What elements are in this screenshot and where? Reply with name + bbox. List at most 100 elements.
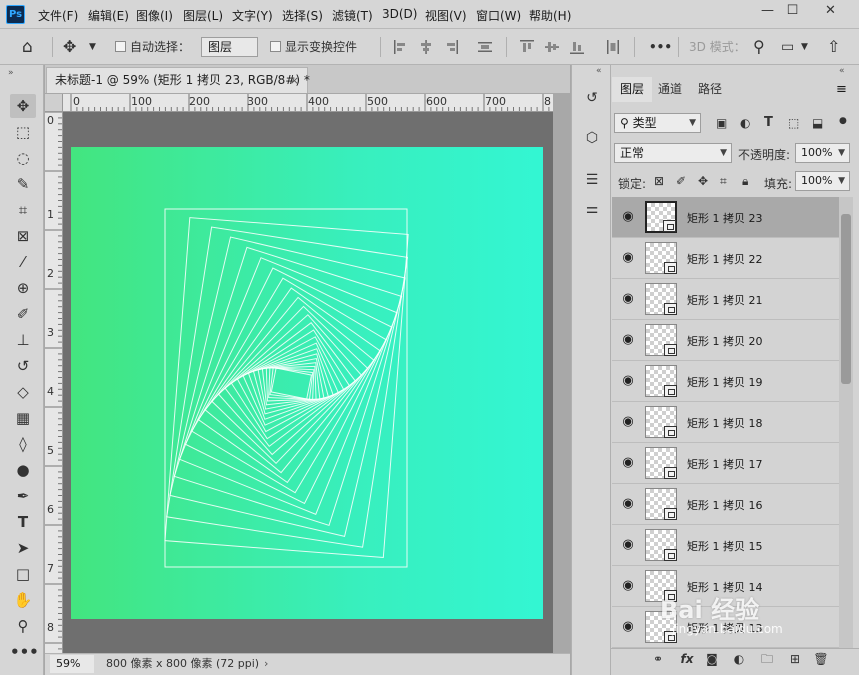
menu-layer[interactable]: 图层(L): [183, 7, 223, 24]
opacity-field[interactable]: 100% ▼: [795, 143, 850, 163]
3d-panel-icon[interactable]: ⬡: [582, 128, 602, 148]
pen-tool-icon[interactable]: ✒: [10, 484, 36, 508]
tab-paths[interactable]: 路径: [690, 77, 730, 102]
layer-row[interactable]: ◉ 矩形 1 拷贝 19: [612, 361, 839, 402]
layer-name[interactable]: 矩形 1 拷贝 19: [687, 374, 763, 390]
history-brush-tool-icon[interactable]: ↺: [10, 354, 36, 378]
panel-menu-icon[interactable]: ≡: [836, 82, 847, 97]
layer-name[interactable]: 矩形 1 拷贝 20: [687, 333, 763, 349]
layer-name[interactable]: 矩形 1 拷贝 17: [687, 456, 763, 472]
home-icon[interactable]: ⌂: [22, 29, 33, 65]
blend-mode-dropdown[interactable]: 正常 ▼: [614, 143, 732, 163]
more-options-icon[interactable]: •••: [649, 29, 672, 65]
chevron-down-icon[interactable]: ▼: [801, 29, 808, 65]
dodge-tool-icon[interactable]: ●: [10, 458, 36, 482]
move-tool-preset-icon[interactable]: ✥: [63, 29, 76, 65]
adjustments-panel-icon[interactable]: ⚌: [582, 199, 602, 219]
collapse-icon[interactable]: «: [596, 66, 602, 76]
gradient-tool-icon[interactable]: ▦: [10, 406, 36, 430]
tab-layers[interactable]: 图层: [612, 77, 653, 102]
layer-name[interactable]: 矩形 1 拷贝 23: [687, 210, 763, 226]
add-mask-icon[interactable]: ◙: [704, 651, 720, 667]
layer-row[interactable]: ◉ 矩形 1 拷贝 20: [612, 320, 839, 361]
rectangle-tool-icon[interactable]: □: [10, 562, 36, 586]
link-layers-icon[interactable]: ⚭: [650, 651, 666, 667]
filter-shape-icon[interactable]: ⬚: [788, 116, 799, 130]
eye-icon[interactable]: ◉: [620, 210, 636, 224]
vertical-ruler[interactable]: 0 1 2 3 4 5 6 7 8: [45, 112, 63, 653]
collapse-icon[interactable]: »: [8, 68, 14, 78]
fill-field[interactable]: 100% ▼: [795, 171, 850, 191]
maximize-button[interactable]: ☐: [776, 0, 809, 22]
hand-tool-icon[interactable]: ✋: [10, 588, 36, 612]
lasso-tool-icon[interactable]: ◌: [10, 146, 36, 170]
layer-name[interactable]: 矩形 1 拷贝 15: [687, 538, 763, 554]
type-tool-icon[interactable]: T: [10, 510, 36, 534]
delete-layer-icon[interactable]: 🗑︎: [813, 651, 829, 667]
history-panel-icon[interactable]: ↺: [582, 88, 602, 108]
eye-icon[interactable]: ◉: [620, 415, 636, 429]
document-canvas[interactable]: [71, 147, 543, 619]
properties-panel-icon[interactable]: ☰: [582, 170, 602, 190]
align-middle-v-icon[interactable]: [545, 40, 559, 54]
quick-select-tool-icon[interactable]: ✎: [10, 172, 36, 196]
layer-name[interactable]: 矩形 1 拷贝 16: [687, 497, 763, 513]
zoom-field[interactable]: 59%: [50, 655, 94, 673]
eye-icon[interactable]: ◉: [620, 497, 636, 511]
layer-row[interactable]: ◉ 矩形 1 拷贝 17: [612, 443, 839, 484]
menu-file[interactable]: 文件(F): [38, 7, 78, 24]
tab-channels[interactable]: 通道: [650, 77, 690, 102]
menu-window[interactable]: 窗口(W): [476, 7, 521, 24]
filter-smart-object-icon[interactable]: ⬓: [812, 116, 823, 130]
scrollbar-thumb[interactable]: [841, 214, 851, 384]
distribute-h-icon[interactable]: [606, 40, 620, 54]
blur-tool-icon[interactable]: ◊: [10, 432, 36, 456]
layer-row[interactable]: ◉ 矩形 1 拷贝 22: [612, 238, 839, 279]
menu-image[interactable]: 图像(I): [136, 7, 173, 24]
workspace-icon[interactable]: ▭: [781, 29, 794, 65]
clone-stamp-tool-icon[interactable]: ⊥: [10, 328, 36, 352]
new-layer-icon[interactable]: ⊞: [787, 651, 803, 667]
layer-name[interactable]: 矩形 1 拷贝 18: [687, 415, 763, 431]
align-left-icon[interactable]: [394, 40, 408, 54]
lock-transparent-icon[interactable]: ⊠: [654, 174, 664, 188]
zoom-tool-icon[interactable]: ⚲: [10, 614, 36, 638]
search-icon[interactable]: ⚲: [753, 29, 765, 65]
eye-icon[interactable]: ◉: [620, 292, 636, 306]
align-bottom-icon[interactable]: [570, 40, 584, 54]
distribute-icon[interactable]: [478, 40, 492, 54]
align-right-icon[interactable]: [444, 40, 458, 54]
auto-select-checkbox[interactable]: 自动选择：: [115, 29, 190, 65]
crop-tool-icon[interactable]: ⌗: [10, 198, 36, 222]
auto-select-dropdown[interactable]: 图层: [201, 37, 258, 57]
move-tool-icon[interactable]: ✥: [10, 94, 36, 118]
filter-adjustment-icon[interactable]: ◐: [740, 116, 750, 130]
align-center-h-icon[interactable]: [419, 40, 433, 54]
frame-tool-icon[interactable]: ⊠: [10, 224, 36, 248]
layer-name[interactable]: 矩形 1 拷贝 22: [687, 251, 763, 267]
lock-all-icon[interactable]: 🔒︎: [742, 174, 748, 189]
show-transform-checkbox[interactable]: 显示变换控件: [270, 29, 357, 65]
lock-position-icon[interactable]: ✥: [698, 174, 708, 188]
eye-icon[interactable]: ◉: [620, 251, 636, 265]
eye-icon[interactable]: ◉: [620, 620, 636, 634]
eye-icon[interactable]: ◉: [620, 333, 636, 347]
menu-3d[interactable]: 3D(D): [382, 7, 417, 21]
lock-artboard-icon[interactable]: ⌗: [720, 174, 727, 189]
eyedropper-tool-icon[interactable]: ⁄: [10, 250, 36, 274]
share-icon[interactable]: ⇧: [827, 29, 840, 65]
path-select-tool-icon[interactable]: ➤: [10, 536, 36, 560]
align-top-icon[interactable]: [520, 40, 534, 54]
document-tab[interactable]: 未标题-1 @ 59% (矩形 1 拷贝 23, RGB/8#) * ×: [46, 67, 310, 93]
filter-type-icon[interactable]: T: [764, 115, 773, 130]
layer-row[interactable]: ◉ 矩形 1 拷贝 16: [612, 484, 839, 525]
filter-toggle-icon[interactable]: ●: [839, 116, 847, 126]
menu-help[interactable]: 帮助(H): [529, 7, 571, 24]
status-menu-arrow[interactable]: ›: [264, 655, 268, 673]
layer-row[interactable]: ◉ 矩形 1 拷贝 18: [612, 402, 839, 443]
eye-icon[interactable]: ◉: [620, 374, 636, 388]
new-group-icon[interactable]: 🗀︎: [759, 651, 775, 667]
menu-select[interactable]: 选择(S): [282, 7, 323, 24]
chevron-down-icon[interactable]: ▼: [89, 29, 96, 65]
layer-row[interactable]: ◉ 矩形 1 拷贝 15: [612, 525, 839, 566]
